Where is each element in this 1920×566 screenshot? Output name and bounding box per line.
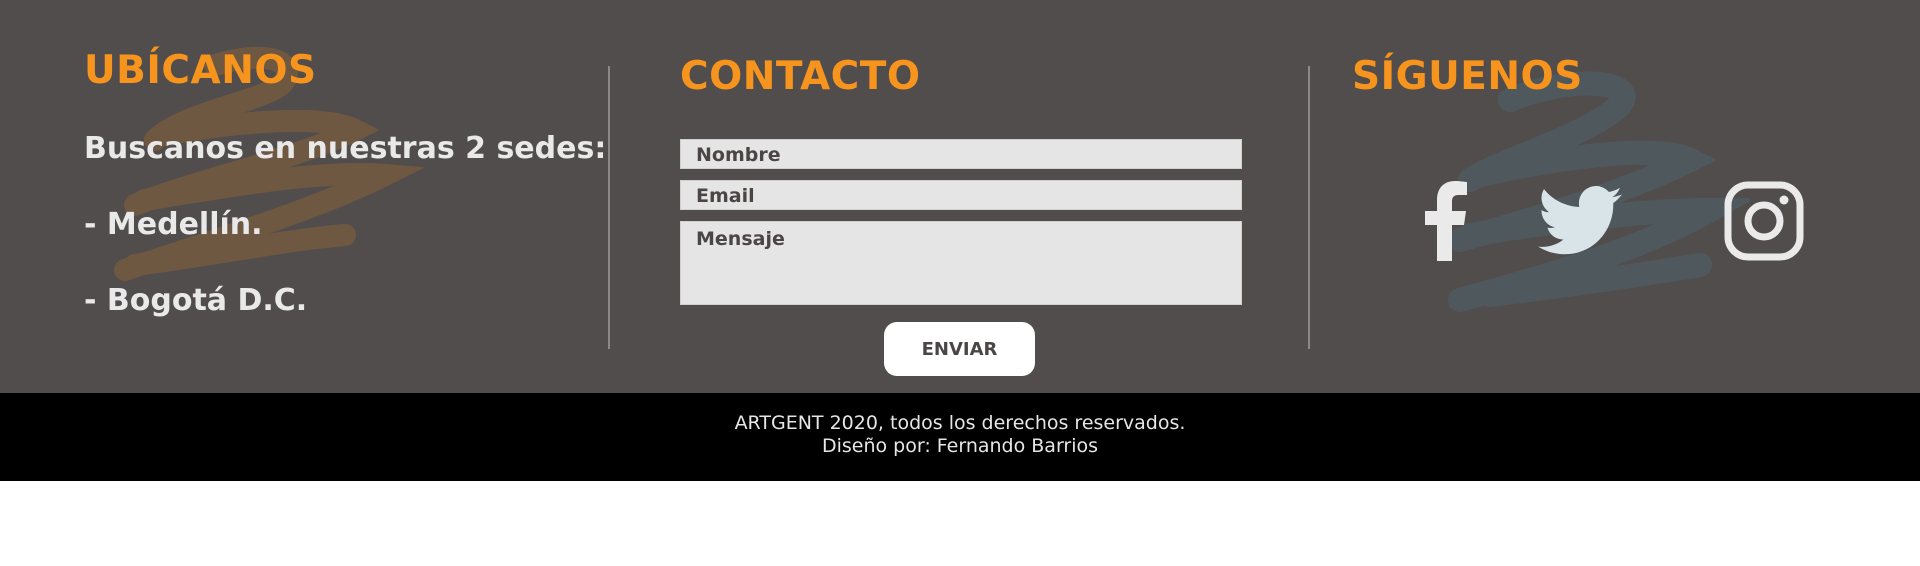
- facebook-link[interactable]: [1404, 178, 1488, 264]
- twitter-icon: [1538, 186, 1622, 255]
- locations-heading: UBÍCANOS: [84, 48, 317, 93]
- location-medellin: - Medellín.: [84, 207, 263, 242]
- locations-section: UBÍCANOS Buscanos en nuestras 2 sedes: -…: [0, 0, 608, 393]
- footer-main: UBÍCANOS Buscanos en nuestras 2 sedes: -…: [0, 0, 1920, 393]
- twitter-link[interactable]: [1538, 178, 1622, 264]
- design-credit: Diseño por: Fernando Barrios: [821, 435, 1099, 457]
- instagram-icon: [1724, 181, 1804, 261]
- location-bogota: - Bogotá D.C.: [84, 283, 308, 318]
- message-field[interactable]: Mensaje: [680, 221, 1242, 305]
- facebook-icon: [1425, 181, 1467, 261]
- send-button[interactable]: ENVIAR: [884, 322, 1035, 376]
- social-heading: SÍGUENOS: [1352, 54, 1583, 99]
- contact-section: CONTACTO Nombre Email Mensaje ENVIAR: [610, 0, 1308, 393]
- locations-intro: Buscanos en nuestras 2 sedes:: [84, 131, 607, 166]
- contact-heading: CONTACTO: [680, 54, 921, 99]
- copyright-bar: ARTGENT 2020, todos los derechos reserva…: [0, 393, 1920, 481]
- social-section: SÍGUENOS: [1310, 0, 1920, 393]
- name-field[interactable]: Nombre: [680, 139, 1242, 169]
- copyright-text: ARTGENT 2020, todos los derechos reserva…: [734, 412, 1186, 434]
- instagram-link[interactable]: [1722, 178, 1806, 264]
- email-field[interactable]: Email: [680, 180, 1242, 210]
